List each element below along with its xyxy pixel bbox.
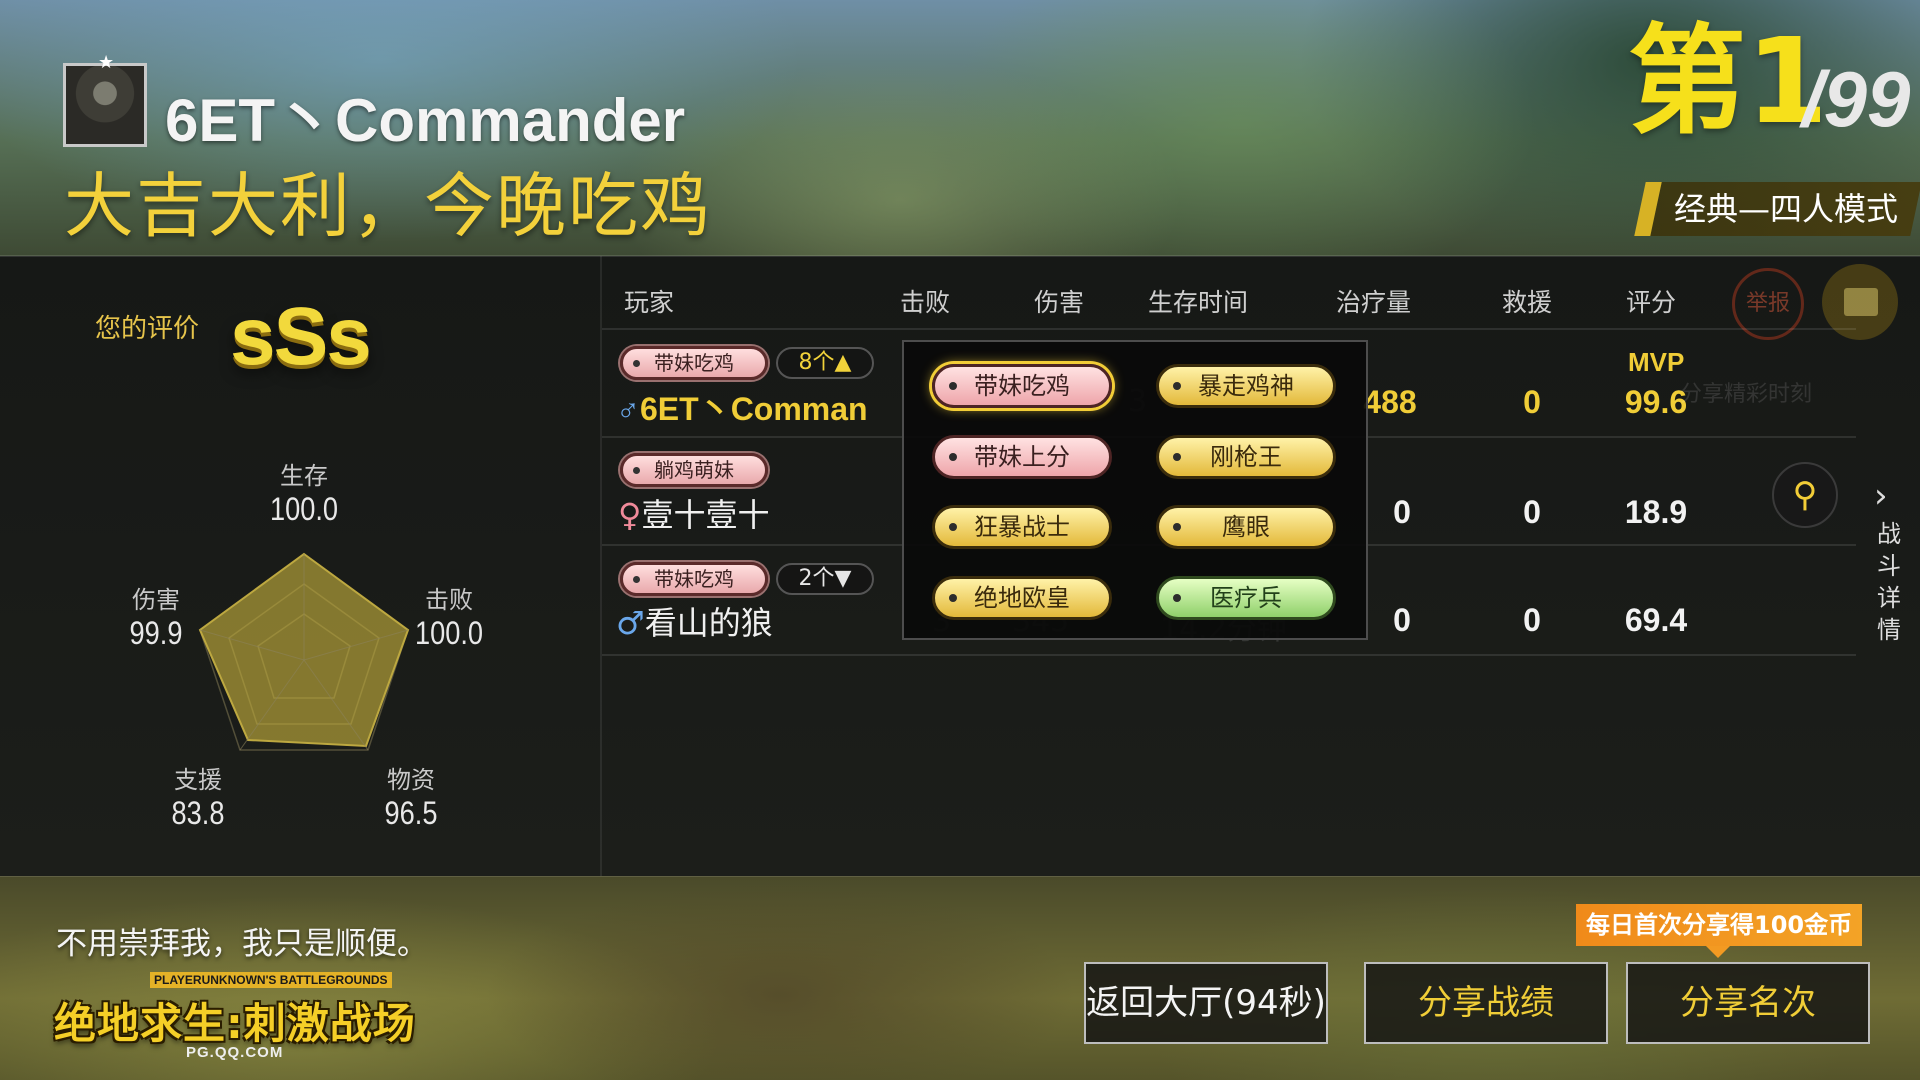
col-header-damage: 伤害 xyxy=(1034,288,1085,317)
male-icon: ♂ xyxy=(616,391,640,427)
player-name-text: 6ET丶Comman xyxy=(640,391,868,427)
stat-value: 83.8 xyxy=(171,795,225,831)
rescue-cell: 0 xyxy=(1523,384,1541,420)
rank-place: 第1 xyxy=(1628,12,1829,150)
mode-badge: 经典—四人模式 xyxy=(1634,182,1920,236)
player-name-cell: ♂6ET丶Comman xyxy=(616,384,868,430)
rescue-cell: 0 xyxy=(1523,494,1541,530)
divider xyxy=(600,256,602,876)
return-lobby-button[interactable]: 返回大厅(94秒) xyxy=(1084,962,1328,1044)
title-option[interactable]: 狂暴战士 xyxy=(932,505,1112,549)
col-header-healing: 治疗量 xyxy=(1336,288,1412,317)
player-quote: 不用崇拜我，我只是顺便。 xyxy=(56,926,428,962)
chevron-right-icon[interactable]: › xyxy=(1874,476,1888,516)
player-name-text: 看山的狼 xyxy=(644,604,773,642)
title-option[interactable]: 鹰眼 xyxy=(1156,505,1336,549)
stat-label: 击败 xyxy=(425,586,473,614)
title-option[interactable]: 医疗兵 xyxy=(1156,576,1336,620)
stat-damage: 伤害 99.9 xyxy=(96,580,216,652)
female-icon: ♀ xyxy=(618,496,642,534)
score-cell: 18.9 xyxy=(1624,494,1688,530)
share-rank-button[interactable]: 分享名次 xyxy=(1626,962,1870,1044)
stat-value: 99.9 xyxy=(129,615,183,651)
player-title-tag[interactable]: 躺鸡萌妹 xyxy=(620,453,768,487)
row-divider xyxy=(602,654,1856,656)
logo-url: PG.QQ.COM xyxy=(186,1044,284,1061)
col-header-survival-time: 生存时间 xyxy=(1148,288,1249,317)
grade-badge: sSs xyxy=(230,291,372,382)
stat-label: 伤害 xyxy=(132,586,180,614)
title-option[interactable]: 带妹吃鸡 xyxy=(932,364,1112,408)
player-name-text: 壹十壹十 xyxy=(641,496,770,534)
stat-kills: 击败 100.0 xyxy=(389,580,509,652)
share-reward-tip: 每日首次分享得100金币 xyxy=(1576,904,1863,958)
score-cell: 69.4 xyxy=(1624,602,1688,638)
player-title-tag[interactable]: 带妹吃鸡 xyxy=(620,346,768,380)
logo-subtitle: PLAYERUNKNOWN'S BATTLEGROUNDS xyxy=(150,972,392,988)
share-moment-hint: 分享精彩时刻 xyxy=(1680,382,1813,407)
stat-value: 100.0 xyxy=(269,491,339,527)
mode-label: 经典—四人模式 xyxy=(1674,190,1899,228)
player-title-tag[interactable]: 带妹吃鸡 xyxy=(620,562,768,596)
stat-value: 100.0 xyxy=(414,615,484,651)
star-icon: ★ xyxy=(98,52,115,73)
col-header-kills: 击败 xyxy=(900,288,951,317)
col-header-rescue: 救援 xyxy=(1502,288,1553,317)
title-option[interactable]: 刚枪王 xyxy=(1156,435,1336,479)
title-option[interactable]: 绝地欧皇 xyxy=(932,576,1112,620)
title-option[interactable]: 带妹上分 xyxy=(932,435,1112,479)
share-stats-button[interactable]: 分享战绩 xyxy=(1364,962,1608,1044)
stat-survival: 生存 100.0 xyxy=(244,456,364,528)
player-avatar[interactable]: ★ xyxy=(63,52,147,147)
player-name: 6ET丶Commander xyxy=(165,87,686,154)
rescue-cell: 0 xyxy=(1523,602,1541,638)
title-select-popup: 带妹吃鸡 暴走鸡神 带妹上分 刚枪王 狂暴战士 鹰眼 绝地欧皇 医疗兵 xyxy=(902,340,1368,640)
battle-details-link[interactable]: 战斗详情 xyxy=(1874,518,1904,646)
title-option[interactable]: 暴走鸡神 xyxy=(1156,364,1336,408)
logo-title: 绝地求生:刺激战场 xyxy=(54,999,416,1048)
stat-support: 支援 83.8 xyxy=(138,760,258,832)
row-divider xyxy=(602,328,1856,330)
col-header-score: 评分 xyxy=(1626,288,1677,317)
divider xyxy=(0,876,1920,877)
game-logo: PLAYERUNKNOWN'S BATTLEGROUNDS 绝地求生:刺激战场 … xyxy=(54,972,424,1062)
win-slogan: 大吉大利，今晚吃鸡 xyxy=(64,165,712,247)
rank-total: /99 xyxy=(1802,55,1911,143)
rating-label: 您的评价 xyxy=(95,314,200,344)
title-count-toggle[interactable]: 2个▼ xyxy=(776,563,874,595)
male-icon: ♂ xyxy=(616,604,645,642)
title-count-toggle[interactable]: 8个▲ xyxy=(776,347,874,379)
mvp-label: MVP xyxy=(1628,347,1685,377)
stat-label: 物资 xyxy=(387,766,435,794)
player-name-cell: ♂看山的狼 xyxy=(616,598,773,644)
player-name-cell: ♀壹十壹十 xyxy=(618,490,769,536)
divider xyxy=(0,255,1920,257)
col-header-player: 玩家 xyxy=(624,288,675,317)
stat-supplies: 物资 96.5 xyxy=(351,760,471,832)
stat-value: 96.5 xyxy=(384,795,438,831)
stat-label: 支援 xyxy=(174,766,222,794)
stat-label: 生存 xyxy=(280,462,328,490)
add-friend-icon[interactable]: ⚲ xyxy=(1772,462,1838,528)
